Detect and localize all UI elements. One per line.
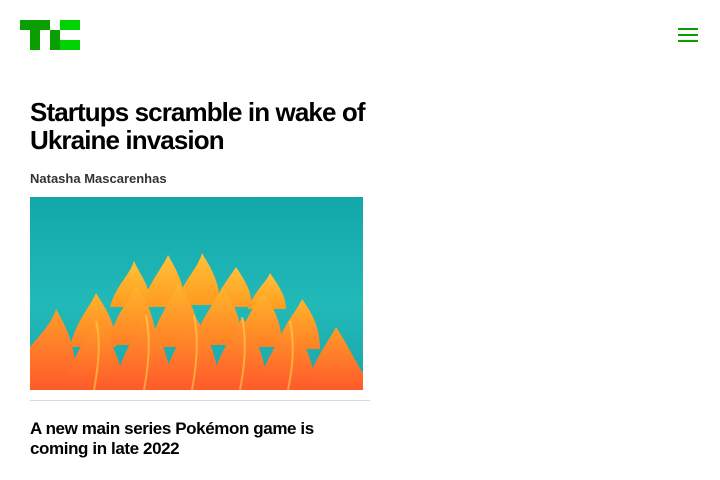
- article-title: Startups scramble in wake of Ukraine inv…: [30, 98, 370, 154]
- article-card: Startups scramble in wake of Ukraine inv…: [30, 98, 370, 390]
- article-divider: [30, 400, 370, 401]
- orange-paper-flames-image: [30, 197, 363, 390]
- techcrunch-logo-icon-graphic: [20, 20, 80, 50]
- related-article-title-link[interactable]: A new main series Pokémon game is coming…: [30, 419, 314, 458]
- article-author-link[interactable]: Natasha Mascarenhas: [30, 171, 370, 187]
- hamburger-menu-icon[interactable]: [672, 22, 704, 48]
- article-image[interactable]: [30, 197, 363, 390]
- article-title-link[interactable]: Startups scramble in wake of Ukraine inv…: [30, 97, 365, 155]
- main-content: Startups scramble in wake of Ukraine inv…: [30, 98, 370, 459]
- related-article-card: A new main series Pokémon game is coming…: [30, 419, 370, 459]
- hamburger-menu-icon-graphic: [678, 28, 698, 42]
- site-header: [0, 0, 720, 70]
- techcrunch-logo-icon[interactable]: [20, 20, 80, 50]
- related-article-title: A new main series Pokémon game is coming…: [30, 419, 370, 459]
